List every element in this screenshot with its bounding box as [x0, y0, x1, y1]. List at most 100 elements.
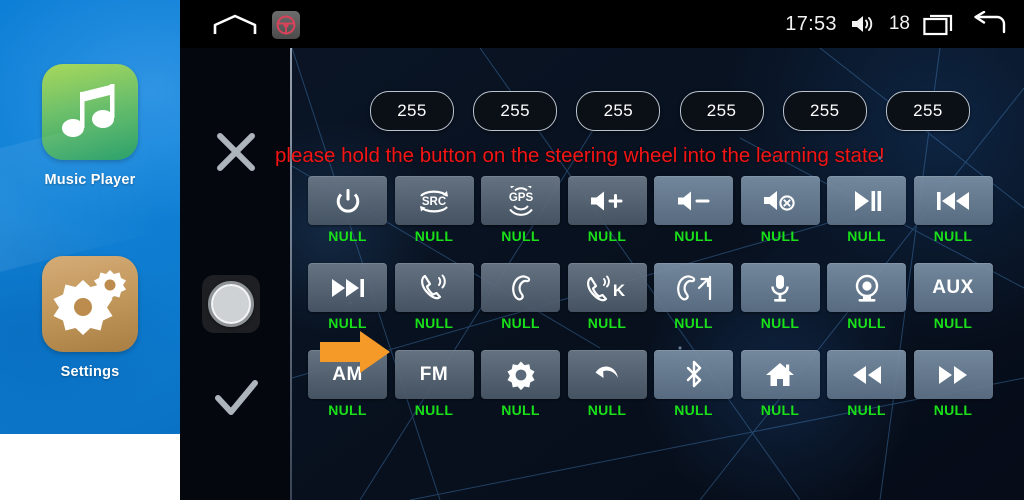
aux-button[interactable]: AUX: [913, 263, 993, 312]
grid-cell: NULL: [740, 263, 820, 331]
hang-up-arrow-icon[interactable]: [654, 263, 733, 312]
mute-icon[interactable]: [740, 176, 820, 225]
cell-label: NULL: [674, 228, 713, 244]
music-note-icon[interactable]: [42, 64, 138, 160]
bluetooth-icon[interactable]: [654, 350, 733, 399]
rotary-knob-icon[interactable]: [202, 275, 260, 333]
call-k-icon[interactable]: K: [567, 263, 647, 312]
function-button-grid: NULL SRC NULL GPS NULL NULL NULL NULL NU…: [308, 176, 1008, 437]
grid-cell: NULL: [827, 350, 906, 418]
value-pill[interactable]: 255: [782, 91, 867, 131]
gears-icon[interactable]: [42, 256, 138, 352]
app-settings[interactable]: Settings: [0, 256, 180, 380]
grid-cell: SRC NULL: [394, 176, 474, 244]
launcher-sidebar: Music Player Settings: [0, 0, 180, 434]
device-screen: Music Player Settings 17:53 18 255 255 2…: [0, 0, 1024, 500]
status-bar-right: 17:53 18: [785, 0, 1010, 48]
power-icon[interactable]: [308, 176, 387, 225]
cell-label: NULL: [674, 402, 713, 418]
back-arrow-icon[interactable]: [970, 11, 1010, 37]
grid-cell: GPS NULL: [481, 176, 560, 244]
vertical-divider: [290, 48, 292, 500]
cell-label: NULL: [760, 228, 800, 244]
grid-row: AM NULL FM NULL NULL NULL NULL NULL NULL…: [308, 350, 1008, 418]
brightness-icon[interactable]: [481, 350, 560, 399]
microphone-icon[interactable]: [740, 263, 820, 312]
grid-cell: NULL: [654, 176, 733, 244]
fm-label: FM: [419, 363, 449, 385]
value-pill[interactable]: 255: [576, 91, 661, 131]
aux-label: AUX: [932, 276, 974, 298]
cell-label: NULL: [414, 315, 454, 331]
cell-label: NULL: [674, 315, 713, 331]
value-pills-row: 255 255 255 255 255 255: [370, 91, 970, 131]
clock-time: 17:53: [785, 12, 837, 35]
cell-label: NULL: [847, 315, 886, 331]
orange-arrow-icon: [320, 329, 392, 375]
cell-label: NULL: [760, 315, 800, 331]
cell-label: NULL: [501, 402, 540, 418]
previous-track-icon[interactable]: [913, 176, 993, 225]
cell-label: NULL: [847, 228, 886, 244]
grid-cell: NULL: [567, 350, 647, 418]
value-pill[interactable]: 255: [885, 91, 970, 131]
cell-label: NULL: [501, 228, 540, 244]
grid-row: NULL NULL NULL K NULL NULL NULL NULL AUX…: [308, 263, 1008, 331]
home-filled-icon[interactable]: [740, 350, 820, 399]
hang-up-icon[interactable]: [481, 263, 560, 312]
cell-label: NULL: [414, 402, 454, 418]
src-icon[interactable]: SRC: [394, 176, 474, 225]
cell-label: NULL: [587, 315, 627, 331]
content-area: 255 255 255 255 255 255 please hold the …: [180, 48, 1024, 500]
cell-label: NULL: [501, 315, 540, 331]
grid-row: NULL SRC NULL GPS NULL NULL NULL NULL NU…: [308, 176, 1008, 244]
grid-cell: NULL: [740, 350, 820, 418]
camera-icon[interactable]: [827, 263, 906, 312]
cell-label: NULL: [587, 228, 627, 244]
knob-dial[interactable]: [208, 281, 254, 327]
volume-up-icon[interactable]: [567, 176, 647, 225]
next-track-icon[interactable]: [308, 263, 387, 312]
play-pause-icon[interactable]: [827, 176, 906, 225]
gps-icon[interactable]: GPS: [481, 176, 560, 225]
close-x-icon[interactable]: [208, 124, 264, 180]
volume-down-icon[interactable]: [654, 176, 733, 225]
cell-label: NULL: [760, 402, 800, 418]
grid-cell: NULL: [308, 263, 387, 331]
cell-label: NULL: [328, 228, 367, 244]
grid-cell: NULL: [481, 263, 560, 331]
fm-button[interactable]: FM: [394, 350, 474, 399]
cell-label: NULL: [933, 402, 973, 418]
cell-label: NULL: [414, 228, 454, 244]
recent-apps-icon[interactable]: [923, 12, 957, 36]
grid-cell: NULL: [394, 263, 474, 331]
checkmark-icon[interactable]: [208, 370, 264, 426]
left-control-strip: [180, 48, 290, 500]
cell-label: NULL: [933, 315, 973, 331]
value-pill[interactable]: 255: [679, 91, 764, 131]
back-curve-icon[interactable]: [567, 350, 647, 399]
rewind-icon[interactable]: [827, 350, 906, 399]
steering-wheel-learning-app: 17:53 18 255 255 255 255 255 255 please …: [180, 0, 1024, 500]
svg-text:GPS: GPS: [508, 192, 533, 204]
home-outline-icon[interactable]: [212, 14, 258, 36]
steering-wheel-icon[interactable]: [272, 11, 300, 39]
value-pill[interactable]: 255: [370, 91, 454, 131]
grid-cell: NULL: [654, 263, 733, 331]
grid-cell: NULL: [654, 350, 733, 418]
grid-cell: NULL: [481, 350, 560, 418]
grid-cell: NULL: [740, 176, 820, 244]
cell-label: NULL: [847, 402, 886, 418]
cell-label: NULL: [587, 402, 627, 418]
value-pill[interactable]: 255: [473, 91, 558, 131]
answer-call-icon[interactable]: [394, 263, 474, 312]
volume-icon[interactable]: [850, 13, 876, 35]
grid-cell: NULL: [308, 176, 387, 244]
app-music-player[interactable]: Music Player: [0, 64, 180, 188]
fast-forward-icon[interactable]: [913, 350, 993, 399]
grid-cell: AUX NULL: [913, 263, 993, 331]
volume-level: 18: [888, 13, 910, 34]
grid-cell: NULL: [913, 176, 993, 244]
cell-label: NULL: [328, 402, 367, 418]
grid-cell: FM NULL: [394, 350, 474, 418]
